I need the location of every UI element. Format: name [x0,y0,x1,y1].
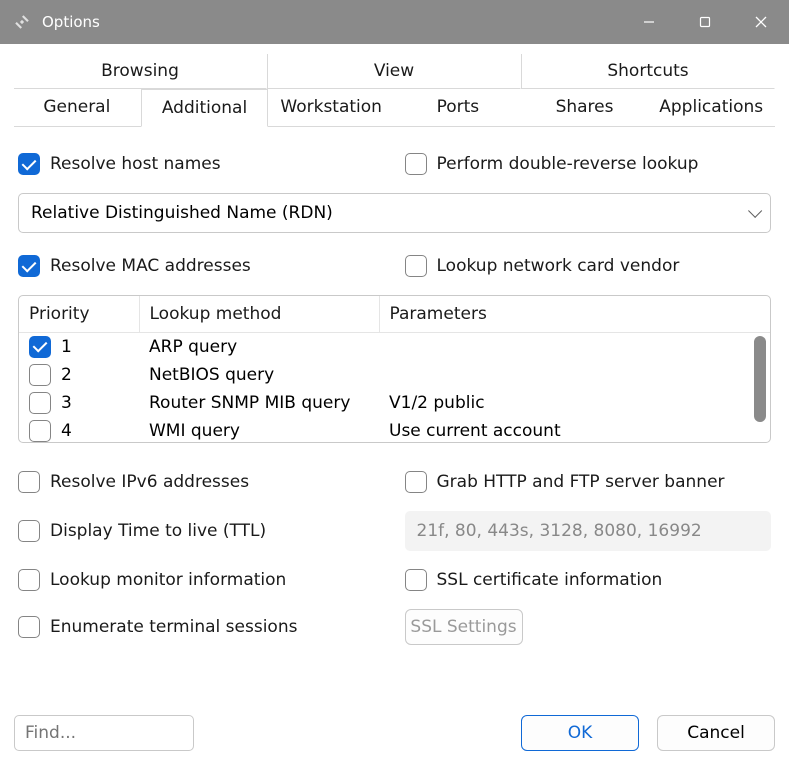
tab-additional[interactable]: Additional [141,89,269,127]
find-input[interactable] [14,715,194,751]
minimize-button[interactable] [621,0,677,44]
checkbox-icon [18,520,40,542]
ssl-cert-label: SSL certificate information [437,570,663,590]
table-row[interactable]: 3 Router SNMP MIB query V1/2 public [19,389,770,417]
window-title: Options [42,13,100,31]
scroll-thumb[interactable] [754,336,766,422]
double-reverse-label: Perform double-reverse lookup [437,154,699,174]
column-parameters[interactable]: Parameters [379,296,770,333]
row-params: V1/2 public [379,389,770,417]
grab-banner-label: Grab HTTP and FTP server banner [437,472,725,492]
checkbox-icon [18,616,40,638]
mac-lookup-table: Priority Lookup method Parameters 1 ARP … [18,295,771,443]
row-method: NetBIOS query [139,361,379,389]
display-ttl-label: Display Time to live (TTL) [50,521,266,541]
ssl-settings-button[interactable]: SSL Settings [405,609,523,645]
title-bar: Options [0,0,789,44]
tab-view[interactable]: View [267,54,521,89]
tab-general[interactable]: General [14,89,141,126]
distinguished-name-value: Relative Distinguished Name (RDN) [31,203,333,223]
resolve-ipv6-checkbox[interactable]: Resolve IPv6 addresses [18,471,249,493]
table-scrollbar[interactable] [754,336,766,436]
row-checkbox[interactable] [29,392,51,414]
row-method: ARP query [139,333,379,361]
checkbox-icon [18,471,40,493]
lookup-vendor-label: Lookup network card vendor [437,256,680,276]
resolve-mac-label: Resolve MAC addresses [50,256,251,276]
checkbox-icon [405,153,427,175]
checkbox-icon [405,569,427,591]
table-row[interactable]: 1 ARP query [19,333,770,361]
tab-browsing[interactable]: Browsing [14,54,267,89]
tab-strip: Browsing View Shortcuts General Addition… [14,54,775,127]
row-priority: 3 [61,393,72,413]
resolve-mac-checkbox[interactable]: Resolve MAC addresses [18,255,251,277]
ok-button[interactable]: OK [521,715,639,751]
checkbox-icon [405,471,427,493]
resolve-ipv6-label: Resolve IPv6 addresses [50,472,249,492]
lookup-vendor-checkbox[interactable]: Lookup network card vendor [405,255,680,277]
row-priority: 1 [61,337,72,357]
cancel-button[interactable]: Cancel [657,715,775,751]
row-checkbox[interactable] [29,364,51,386]
row-params: Use current account [379,417,770,444]
row-method: WMI query [139,417,379,444]
checkbox-icon [405,255,427,277]
table-header-row: Priority Lookup method Parameters [19,296,770,333]
row-method: Router SNMP MIB query [139,389,379,417]
banner-ports-input[interactable] [405,511,772,551]
maximize-button[interactable] [677,0,733,44]
column-method[interactable]: Lookup method [139,296,379,333]
row-params [379,333,770,361]
row-checkbox[interactable] [29,336,51,358]
checkbox-icon [18,153,40,175]
app-icon [12,12,32,32]
display-ttl-checkbox[interactable]: Display Time to live (TTL) [18,520,266,542]
ssl-cert-checkbox[interactable]: SSL certificate information [405,569,663,591]
dialog-footer: OK Cancel [14,715,775,751]
tab-shortcuts[interactable]: Shortcuts [521,54,775,89]
tab-ports[interactable]: Ports [395,89,522,126]
tab-workstation[interactable]: Workstation [268,89,395,126]
tab-applications[interactable]: Applications [648,89,775,126]
distinguished-name-select[interactable]: Relative Distinguished Name (RDN) [18,193,771,233]
resolve-host-names-label: Resolve host names [50,154,221,174]
enumerate-terminal-label: Enumerate terminal sessions [50,617,297,637]
close-button[interactable] [733,0,789,44]
resolve-host-names-checkbox[interactable]: Resolve host names [18,153,221,175]
row-priority: 4 [61,421,72,441]
row-params [379,361,770,389]
grab-banner-checkbox[interactable]: Grab HTTP and FTP server banner [405,471,725,493]
column-priority[interactable]: Priority [19,296,139,333]
tab-shares[interactable]: Shares [522,89,649,126]
lookup-monitor-checkbox[interactable]: Lookup monitor information [18,569,286,591]
row-priority: 2 [61,365,72,385]
row-checkbox[interactable] [29,420,51,442]
enumerate-terminal-checkbox[interactable]: Enumerate terminal sessions [18,616,297,638]
table-row[interactable]: 2 NetBIOS query [19,361,770,389]
checkbox-icon [18,255,40,277]
chevron-down-icon [748,204,762,218]
double-reverse-checkbox[interactable]: Perform double-reverse lookup [405,153,699,175]
table-row[interactable]: 4 WMI query Use current account [19,417,770,444]
lookup-monitor-label: Lookup monitor information [50,570,286,590]
checkbox-icon [18,569,40,591]
